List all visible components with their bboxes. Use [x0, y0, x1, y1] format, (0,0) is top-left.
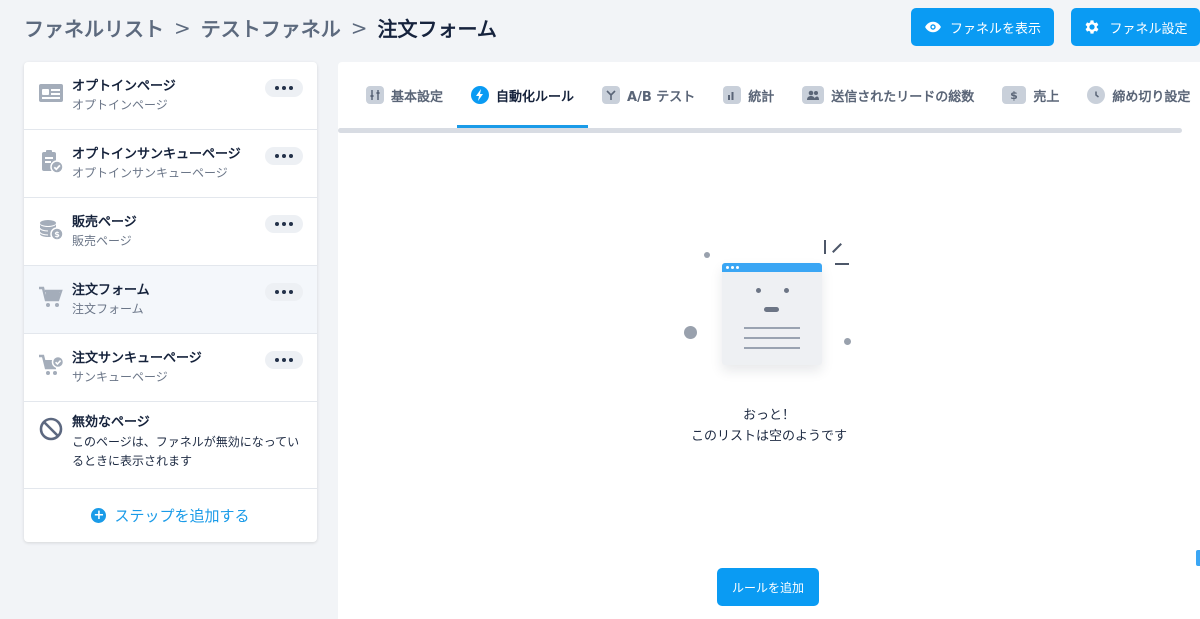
decor-dot — [684, 326, 697, 339]
step-menu-button[interactable] — [265, 351, 303, 369]
text-line — [744, 347, 800, 349]
tab-ab-test[interactable]: A/B テスト — [588, 62, 709, 128]
cart-icon — [38, 284, 64, 310]
face-eye — [756, 288, 761, 293]
decor-dot — [844, 338, 851, 345]
view-funnel-label: ファネルを表示 — [949, 21, 1041, 37]
tab-stats[interactable]: 統計 — [709, 62, 788, 128]
face-eye — [784, 288, 789, 293]
prohibited-icon — [38, 416, 64, 442]
coins-icon: $ — [38, 216, 64, 242]
step-subtitle: 販売ページ — [72, 234, 132, 248]
step-menu-button[interactable] — [265, 147, 303, 165]
empty-state-line2: このリストは空のようです — [690, 429, 847, 444]
step-order-thankyou[interactable]: 注文サンキューページ サンキューページ — [24, 334, 317, 402]
sliders-icon — [366, 86, 384, 104]
tab-label: A/B テスト — [627, 89, 696, 105]
step-subtitle: オプトインサンキューページ — [72, 166, 228, 180]
sparkle-line — [835, 263, 849, 265]
add-step-button[interactable]: + ステップを追加する — [24, 489, 317, 541]
step-sales-page[interactable]: $ 販売ページ 販売ページ — [24, 198, 317, 266]
view-funnel-button[interactable]: ファネルを表示 — [911, 8, 1054, 46]
tab-automation-rules[interactable]: 自動化ルール — [457, 62, 589, 128]
svg-text:$: $ — [1010, 89, 1018, 101]
step-description: このページは、ファネルが無効になっているときに表示されます — [72, 435, 300, 468]
sparkle-line — [824, 240, 826, 254]
sparkle-line — [832, 243, 842, 253]
tab-basic-settings[interactable]: 基本設定 — [352, 62, 457, 128]
tab-label: 締め切り設定 — [1112, 89, 1191, 105]
step-subtitle: 注文フォーム — [72, 302, 144, 316]
step-optin-thankyou[interactable]: オプトインサンキューページ オプトインサンキューページ — [24, 130, 317, 198]
tab-label: 送信されたリードの総数 — [831, 89, 975, 105]
funnel-settings-button[interactable]: ファネル設定 — [1071, 8, 1200, 46]
step-order-form[interactable]: 注文フォーム 注文フォーム — [24, 266, 317, 334]
dollar-icon: $ — [1002, 86, 1027, 104]
window-face-card — [722, 263, 822, 365]
empty-state-illustration — [678, 234, 858, 374]
tab-label: 売上 — [1033, 89, 1060, 105]
empty-state-line1: おっと！ — [742, 408, 795, 423]
funnel-settings-label: ファネル設定 — [1109, 21, 1188, 37]
step-optin-page[interactable]: オプトインページ オプトインページ — [24, 62, 317, 130]
add-rule-button[interactable]: ルールを追加 — [717, 568, 819, 606]
clipboard-check-icon — [38, 148, 64, 174]
split-icon — [602, 86, 621, 104]
step-disabled-page[interactable]: 無効なページ このページは、ファネルが無効になっているときに表示されます — [24, 402, 317, 489]
window-titlebar — [722, 263, 822, 272]
tab-label: 自動化ルール — [496, 89, 575, 105]
funnel-steps-sidebar: オプトインページ オプトインページ オプトインサンキューページ オプトインサンキ… — [24, 62, 317, 542]
gear-icon — [1086, 20, 1099, 34]
text-line — [744, 337, 800, 339]
plus-icon: + — [91, 507, 107, 523]
text-line — [744, 327, 800, 329]
users-icon — [802, 86, 825, 104]
bar-chart-icon — [723, 86, 742, 104]
tab-total-leads[interactable]: 送信されたリードの総数 — [788, 62, 988, 128]
decor-dot — [704, 252, 710, 258]
eye-icon — [925, 21, 941, 33]
clock-icon — [1087, 86, 1106, 104]
breadcrumb: ファネルリスト > テストファネル > 注文フォーム — [24, 13, 497, 42]
tab-scrollbar[interactable] — [338, 128, 1182, 133]
tab-bar: 基本設定 自動化ルール A/B テスト 統計 送信されたリードの総数 $ 売上 … — [338, 62, 1200, 128]
tab-sales[interactable]: $ 売上 — [988, 62, 1073, 128]
scroll-indicator[interactable] — [1196, 550, 1200, 566]
step-subtitle: オプトインページ — [72, 98, 168, 112]
cart-check-icon — [38, 352, 65, 378]
tab-deadline-settings[interactable]: 締め切り設定 — [1073, 62, 1200, 128]
breadcrumb-funnel-list[interactable]: ファネルリスト — [24, 13, 164, 42]
step-menu-button[interactable] — [265, 283, 303, 301]
optin-page-icon — [38, 80, 64, 106]
breadcrumb-separator-icon: > — [174, 15, 191, 40]
tab-label: 統計 — [748, 89, 775, 105]
lightning-icon — [471, 86, 490, 104]
face-mouth — [764, 307, 779, 312]
svg-text:$: $ — [54, 230, 60, 239]
step-menu-button[interactable] — [265, 79, 303, 97]
add-step-label: ステップを追加する — [114, 506, 250, 525]
step-title: 無効なページ — [72, 415, 150, 430]
step-menu-button[interactable] — [265, 215, 303, 233]
breadcrumb-test-funnel[interactable]: テストファネル — [201, 13, 341, 42]
tab-label: 基本設定 — [391, 89, 444, 105]
main-panel: 基本設定 自動化ルール A/B テスト 統計 送信されたリードの総数 $ 売上 … — [338, 62, 1200, 619]
breadcrumb-separator-icon: > — [350, 15, 368, 40]
empty-state-message: おっと！ このリストは空のようです — [338, 405, 1200, 447]
breadcrumb-current: 注文フォーム — [377, 17, 497, 41]
step-subtitle: サンキューページ — [72, 370, 168, 384]
